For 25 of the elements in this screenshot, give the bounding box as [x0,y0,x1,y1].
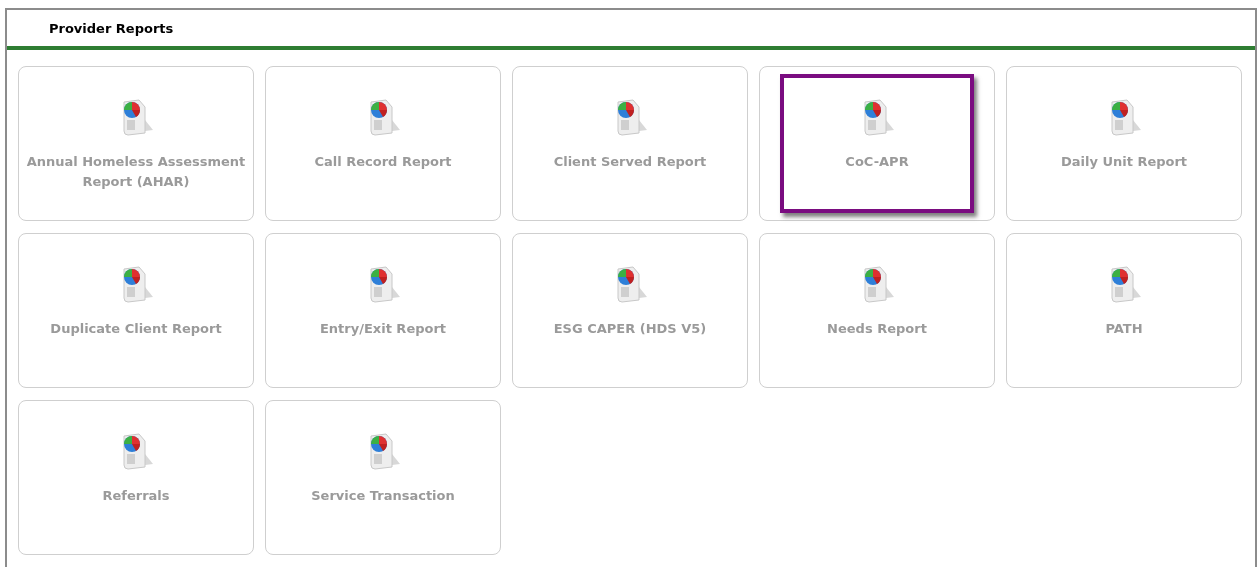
report-label: Needs Report [827,320,927,338]
report-label: Annual Homeless Assessment Report (AHAR) [25,153,247,191]
report-tile[interactable]: Service Transaction [265,400,501,555]
report-label: Referrals [102,487,170,505]
report-label: CoC-APR [845,153,909,171]
report-label: Entry/Exit Report [319,320,447,338]
report-tile[interactable]: Duplicate Client Report [18,233,254,388]
report-tile[interactable]: PATH [1006,233,1242,388]
report-label: PATH [1105,320,1143,338]
report-tile[interactable]: Annual Homeless Assessment Report (AHAR) [18,66,254,221]
report-tile[interactable]: Daily Unit Report [1006,66,1242,221]
report-tile[interactable]: Client Served Report [512,66,748,221]
report-label: Duplicate Client Report [50,320,222,338]
report-tile[interactable]: ESG CAPER (HDS V5) [512,233,748,388]
report-tile[interactable]: CoC-APR [759,66,995,221]
report-tile[interactable]: Entry/Exit Report [265,233,501,388]
report-label: Call Record Report [314,153,452,171]
report-tile[interactable]: Call Record Report [265,66,501,221]
report-label: Service Transaction [311,487,455,505]
report-label: Client Served Report [553,153,707,171]
report-label: Daily Unit Report [1060,153,1188,171]
panel-title: Provider Reports [49,20,174,36]
report-tile[interactable]: Referrals [18,400,254,555]
report-tile[interactable]: Needs Report [759,233,995,388]
report-label: ESG CAPER (HDS V5) [553,320,707,338]
